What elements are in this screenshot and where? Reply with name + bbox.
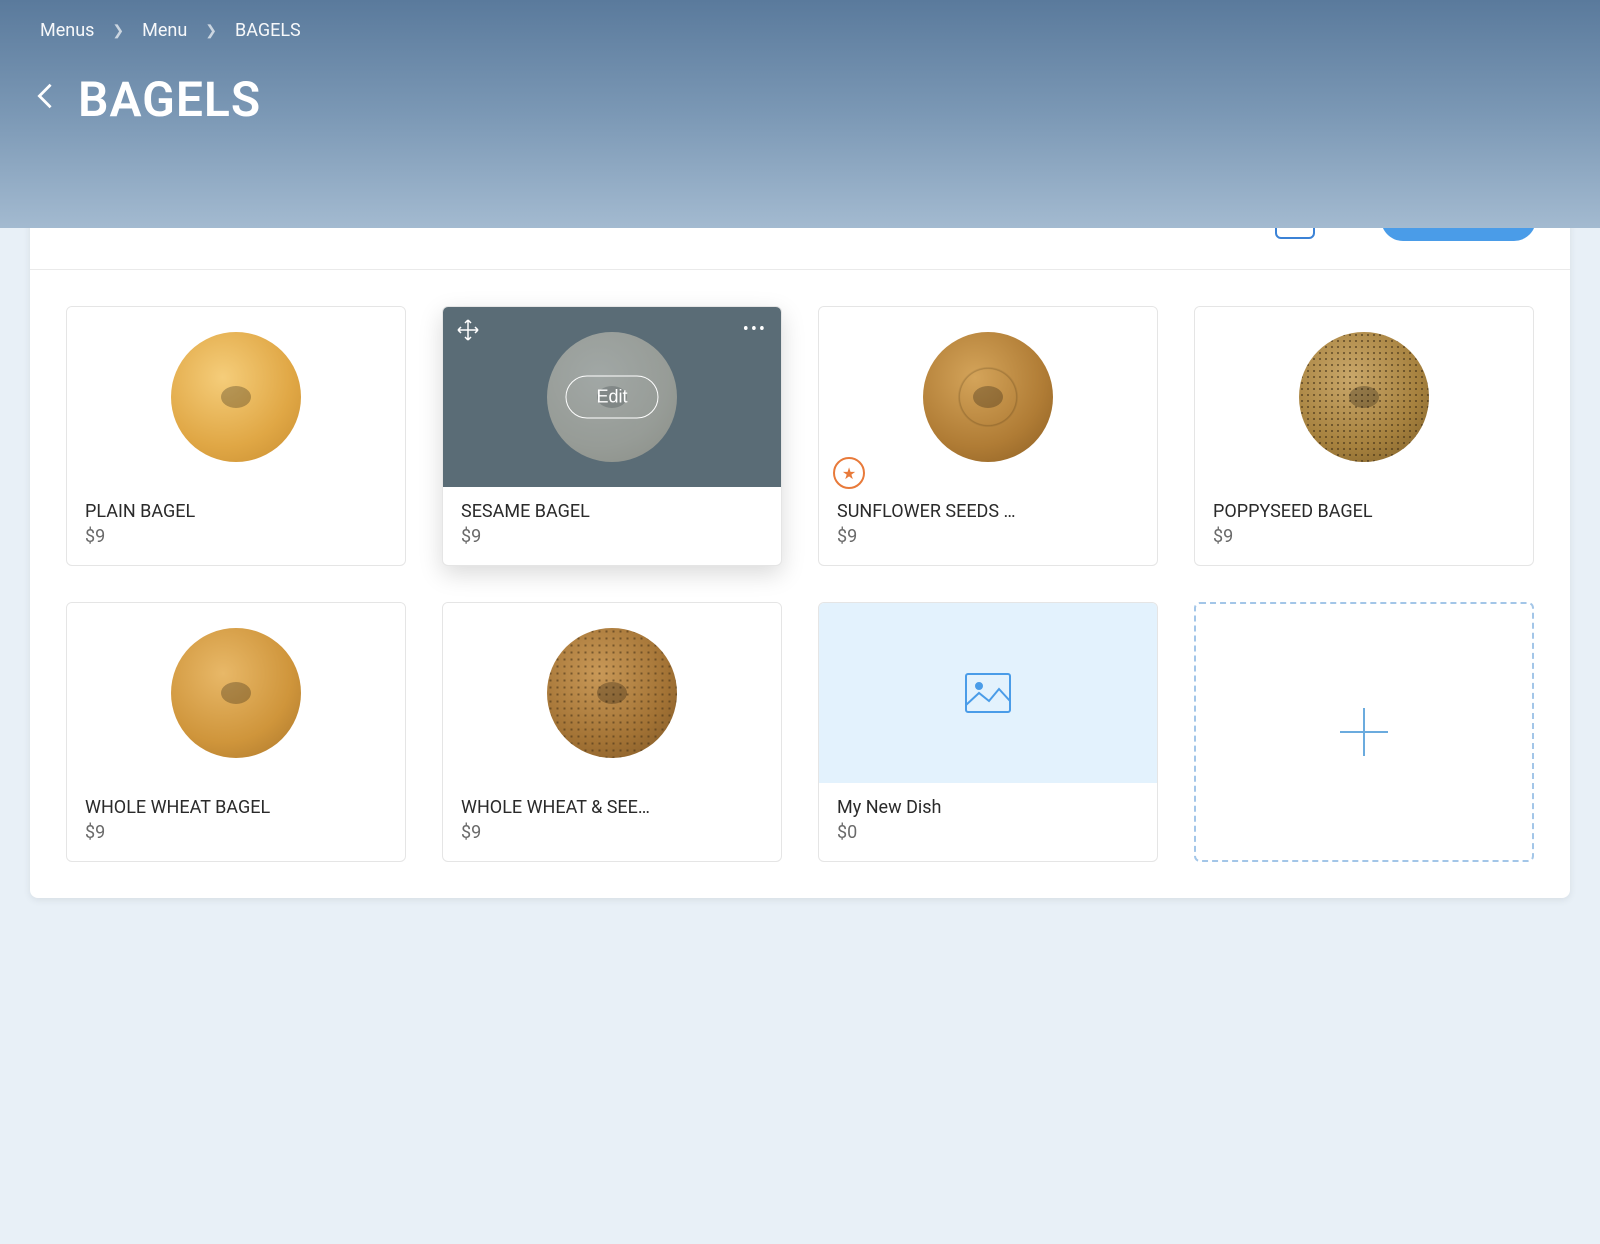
dish-info: SUNFLOWER SEEDS … $9	[819, 487, 1157, 565]
move-handle-icon[interactable]	[457, 319, 479, 345]
dish-name: WHOLE WHEAT & SEE…	[461, 797, 763, 818]
bagel-graphic	[171, 628, 301, 758]
dish-price: $9	[461, 822, 763, 843]
dish-info: WHOLE WHEAT & SEE… $9	[443, 783, 781, 861]
chevron-right-icon: ❯	[205, 23, 217, 39]
dish-image: ★	[819, 307, 1157, 487]
header-area: Menus ❯ Menu ❯ BAGELS BAGELS	[0, 0, 1600, 228]
dish-price: $9	[85, 822, 387, 843]
dish-card[interactable]: ★ SUNFLOWER SEEDS … $9	[818, 306, 1158, 566]
bagel-graphic	[1299, 332, 1429, 462]
dishes-panel: Dishes in section New Dish PLAIN BAGEL$9…	[30, 168, 1570, 898]
dish-name: My New Dish	[837, 797, 1139, 818]
edit-button[interactable]: Edit	[565, 376, 658, 419]
dish-price: $9	[461, 526, 763, 547]
star-badge-icon: ★	[833, 457, 865, 489]
dish-image	[1195, 307, 1533, 487]
chevron-right-icon: ❯	[112, 23, 124, 39]
dish-card[interactable]: WHOLE WHEAT BAGEL $9	[66, 602, 406, 862]
dish-card[interactable]: WHOLE WHEAT & SEE… $9	[442, 602, 782, 862]
title-row: BAGELS	[40, 71, 1560, 128]
dish-info: POPPYSEED BAGEL $9	[1195, 487, 1533, 565]
breadcrumb-menu[interactable]: Menu	[142, 20, 187, 41]
dish-info: WHOLE WHEAT BAGEL $9	[67, 783, 405, 861]
dish-name: SESAME BAGEL	[461, 501, 763, 522]
dish-image	[443, 603, 781, 783]
dish-price: $9	[85, 526, 387, 547]
dish-info: My New Dish $0	[819, 783, 1157, 861]
dish-info: SESAME BAGEL $9	[443, 487, 781, 565]
dish-name: SUNFLOWER SEEDS …	[837, 501, 1139, 522]
add-dish-card[interactable]	[1194, 602, 1534, 862]
dish-name: WHOLE WHEAT BAGEL	[85, 797, 387, 818]
dish-price: $0	[837, 822, 1139, 843]
dish-card[interactable]: POPPYSEED BAGEL $9	[1194, 306, 1534, 566]
plus-icon	[1336, 704, 1392, 760]
breadcrumb: Menus ❯ Menu ❯ BAGELS	[40, 20, 1560, 41]
dishes-grid: PLAIN BAGEL$9•••EditSESAME BAGEL$9★SUNFL…	[30, 270, 1570, 898]
breadcrumb-current: BAGELS	[235, 20, 301, 41]
bagel-graphic	[547, 628, 677, 758]
page-title: BAGELS	[78, 71, 261, 128]
dish-card[interactable]: ••• Edit SESAME BAGEL $9	[442, 306, 782, 566]
dish-image	[67, 603, 405, 783]
dish-image: ••• Edit	[443, 307, 781, 487]
more-options-icon[interactable]: •••	[743, 319, 767, 345]
dish-card[interactable]: My New Dish $0	[818, 602, 1158, 862]
dish-image	[67, 307, 405, 487]
dish-name: PLAIN BAGEL	[85, 501, 387, 522]
dish-price: $9	[837, 526, 1139, 547]
dish-card[interactable]: PLAIN BAGEL $9	[66, 306, 406, 566]
dish-image	[819, 603, 1157, 783]
image-placeholder-icon	[965, 673, 1011, 713]
bagel-graphic	[171, 332, 301, 462]
dish-info: PLAIN BAGEL $9	[67, 487, 405, 565]
breadcrumb-menus[interactable]: Menus	[40, 20, 94, 41]
back-arrow-icon[interactable]	[36, 82, 54, 117]
dish-name: POPPYSEED BAGEL	[1213, 501, 1515, 522]
dish-price: $9	[1213, 526, 1515, 547]
bagel-graphic	[923, 332, 1053, 462]
